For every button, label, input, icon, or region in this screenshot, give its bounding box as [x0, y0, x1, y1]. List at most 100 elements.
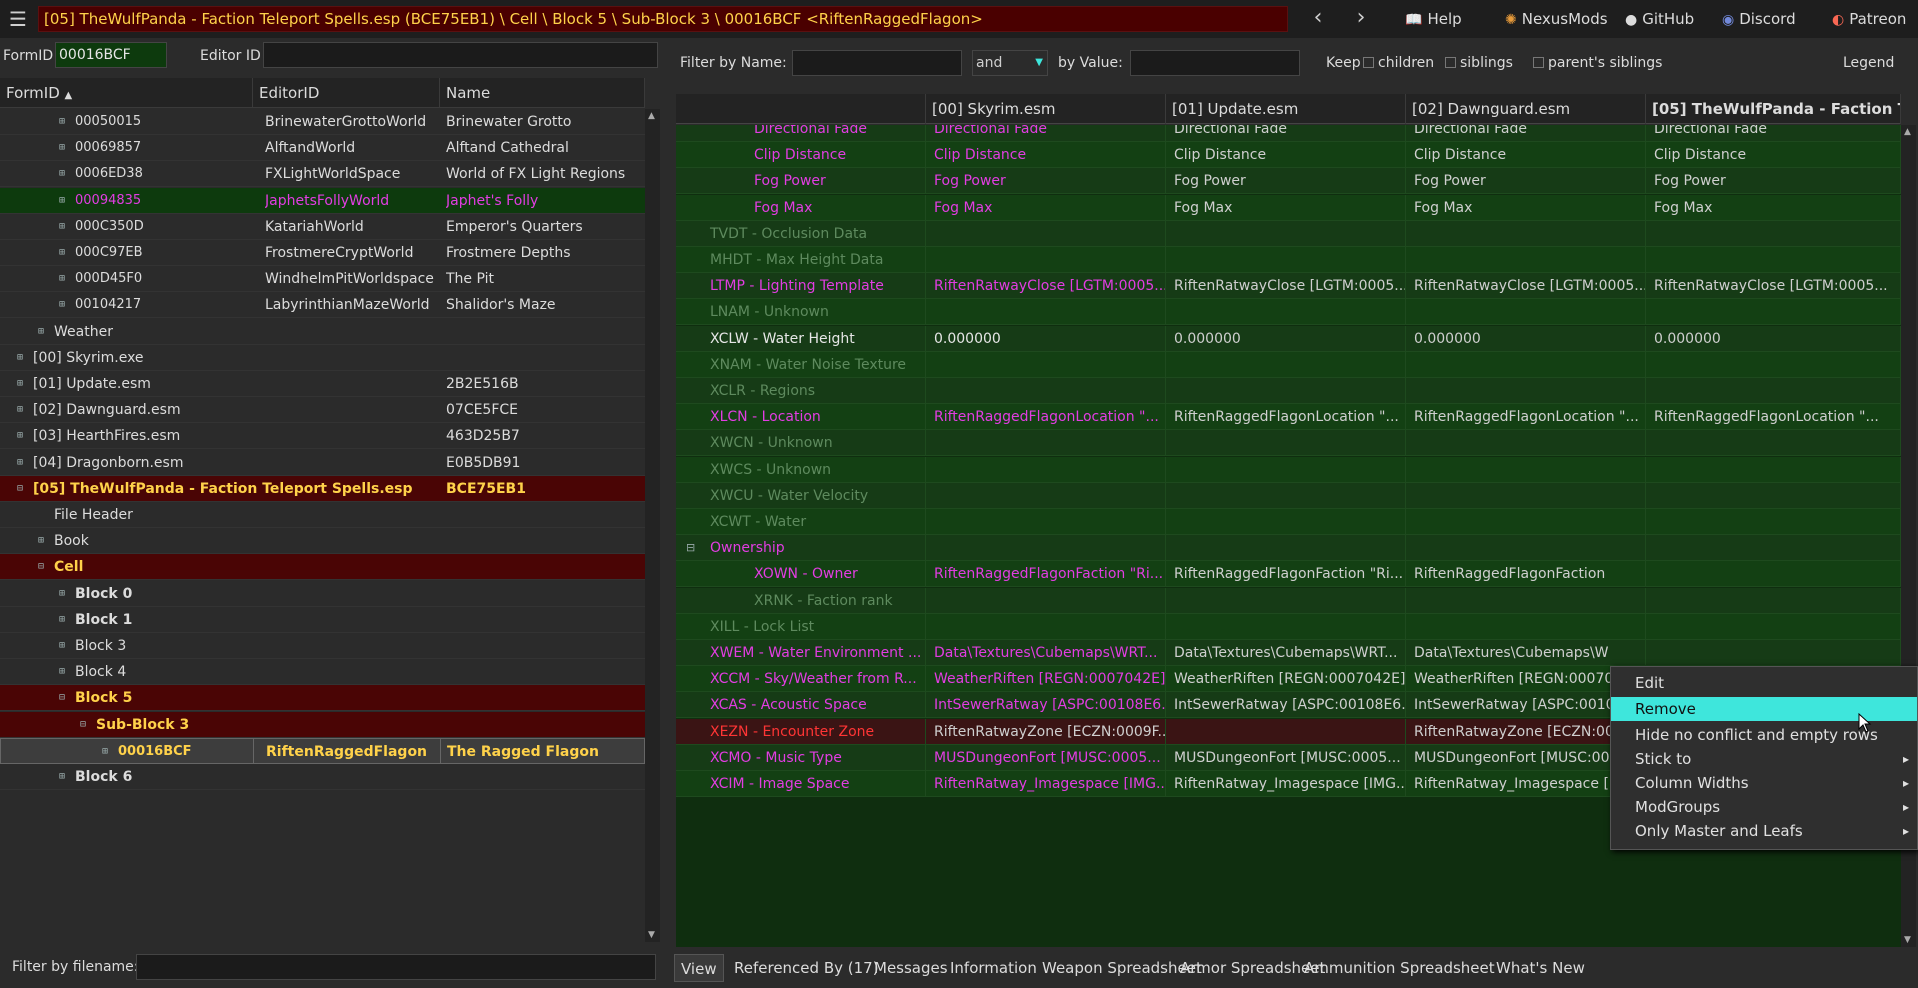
discord-link[interactable]: ◉ Discord — [1722, 6, 1796, 32]
grid-col-label[interactable] — [676, 94, 926, 124]
tree-row[interactable]: ⊞ Block 3 — [0, 633, 645, 659]
tree-row[interactable]: ⊟ Cell — [0, 554, 645, 581]
tree-row[interactable]: ⊟ Sub-Block 3 — [0, 711, 645, 738]
tree-row[interactable]: ⊞ [01] Update.esm 2B2E516B — [0, 371, 645, 397]
keep-siblings-checkbox[interactable]: siblings — [1445, 49, 1513, 77]
keep-children-checkbox[interactable]: children — [1363, 49, 1434, 77]
collapse-icon[interactable]: ⊟ — [78, 719, 88, 730]
collapse-icon[interactable]: ⊟ — [36, 562, 46, 572]
menu-item-only-master-and-leafs[interactable]: Only Master and Leafs ▸ — [1611, 819, 1917, 843]
grid-value[interactable]: Directional Fade — [1406, 125, 1646, 142]
grid-value[interactable]: Directional Fade — [1166, 125, 1406, 142]
grid-value[interactable] — [1406, 299, 1646, 326]
grid-row[interactable]: LNAM - Unknown — [676, 299, 1901, 326]
grid-value[interactable] — [1166, 718, 1406, 745]
grid-value[interactable] — [1646, 299, 1901, 326]
grid-value[interactable]: MUSDungeonFort [MUSC:0005... — [926, 744, 1166, 771]
expand-icon[interactable]: ⊞ — [57, 772, 67, 782]
tree-row[interactable]: ⊞ [02] Dawnguard.esm 07CE5FCE — [0, 397, 645, 424]
grid-value[interactable]: Data\Textures\Cubemaps\WRT... — [1166, 640, 1406, 666]
expand-icon[interactable]: ⊞ — [57, 195, 67, 206]
expand-icon[interactable]: ⊞ — [57, 143, 67, 153]
grid-row[interactable]: XWCU - Water Velocity — [676, 482, 1901, 509]
grid-row[interactable]: XWCN - Unknown — [676, 430, 1901, 457]
expand-icon[interactable]: ⊞ — [57, 614, 67, 625]
patreon-link[interactable]: ◐ Patreon — [1832, 6, 1906, 32]
grid-value[interactable]: Fog Power — [1646, 168, 1901, 195]
expand-icon[interactable]: ⊞ — [57, 221, 67, 232]
expand-icon[interactable]: ⊞ — [57, 248, 67, 258]
scroll-down-icon[interactable]: ▼ — [1904, 935, 1911, 945]
grid-value[interactable] — [926, 299, 1166, 326]
back-arrow-icon[interactable]: ‹ — [1304, 6, 1332, 32]
scroll-down-icon[interactable]: ▼ — [648, 930, 655, 940]
by-value-input[interactable] — [1130, 50, 1300, 76]
grid-col-skyrim[interactable]: [00] Skyrim.esm — [926, 94, 1166, 124]
tree-row[interactable]: ⊞ 0006ED38 FXLightWorldSpace World of FX Li… — [0, 161, 645, 188]
grid-row[interactable]: Fog Max Fog Max Fog Max Fog Max Fog Max — [676, 194, 1901, 221]
collapse-icon[interactable]: ⊟ — [57, 693, 67, 703]
legend-button[interactable]: Legend — [1843, 49, 1894, 77]
grid-value[interactable] — [926, 587, 1166, 614]
tree-row[interactable]: ⊞ 000D45F0 WindhelmPitWorldspace The Pit — [0, 266, 645, 293]
collapse-icon[interactable]: ⊟ — [15, 483, 25, 494]
grid-col-wulfpanda[interactable]: [05] TheWulfPanda - Faction T... — [1646, 94, 1901, 124]
grid-value[interactable] — [1406, 430, 1646, 457]
grid-value[interactable] — [1646, 247, 1901, 273]
grid-value[interactable] — [1406, 509, 1646, 535]
grid-value[interactable]: IntSewerRatway [ASPC:00108E6... — [1166, 692, 1406, 719]
grid-value[interactable]: Fog Power — [1166, 168, 1406, 195]
grid-value[interactable]: Data\Textures\Cubemaps\WRT... — [926, 640, 1166, 666]
grid-row[interactable]: XILL - Lock List — [676, 613, 1901, 640]
grid-value[interactable]: RiftenRatway_Imagespace [IMG... — [926, 771, 1166, 797]
expand-icon[interactable]: ⊞ — [57, 117, 67, 127]
grid-value[interactable]: Fog Max — [1646, 194, 1901, 221]
editorid-input[interactable] — [263, 42, 658, 68]
tree-row[interactable]: ⊞ Block 6 — [0, 764, 645, 790]
tree-row[interactable]: ⊞ Block 4 — [0, 659, 645, 686]
grid-value[interactable]: Fog Max — [1166, 194, 1406, 221]
scroll-up-icon[interactable]: ▲ — [648, 111, 655, 121]
grid-value[interactable] — [926, 456, 1166, 483]
grid-value[interactable] — [1166, 299, 1406, 326]
expand-icon[interactable]: ⊞ — [100, 746, 110, 757]
grid-value[interactable] — [1406, 378, 1646, 404]
grid-value[interactable] — [1646, 482, 1901, 509]
grid-value[interactable]: RiftenRaggedFlagonLocation "... — [1646, 404, 1901, 431]
grid-value[interactable]: Directional Fade — [1646, 125, 1901, 142]
grid-value[interactable] — [1166, 220, 1406, 247]
tree-row[interactable]: ⊞ [00] Skyrim.exe — [0, 345, 645, 371]
expand-icon[interactable]: ⊞ — [57, 667, 67, 677]
nexusmods-link[interactable]: ✺ NexusMods — [1505, 6, 1608, 32]
grid-value[interactable] — [926, 430, 1166, 457]
grid-value[interactable] — [926, 482, 1166, 509]
grid-value[interactable] — [926, 378, 1166, 404]
grid-value[interactable] — [926, 351, 1166, 378]
grid-value[interactable] — [1406, 220, 1646, 247]
grid-value[interactable] — [1406, 587, 1646, 614]
grid-value[interactable]: 0.000000 — [1406, 325, 1646, 352]
grid-value[interactable]: RiftenRaggedFlagonLocation "... — [1166, 404, 1406, 431]
grid-value[interactable]: Clip Distance — [1166, 142, 1406, 169]
tree-row[interactable]: ⊞ 00050015 BrinewaterGrottoWorld Brinewater… — [0, 109, 645, 135]
formid-input[interactable]: 00016BCF — [55, 42, 167, 68]
expand-icon[interactable]: ⊞ — [15, 352, 25, 363]
grid-row[interactable]: XCLW - Water Height 0.000000 0.000000 0.000… — [676, 325, 1901, 352]
grid-value[interactable]: MUSDungeonFort [MUSC:0005... — [1166, 744, 1406, 771]
grid-value[interactable] — [1166, 482, 1406, 509]
grid-value[interactable] — [1406, 351, 1646, 378]
grid-value[interactable] — [926, 509, 1166, 535]
col-formid[interactable]: FormID ▲ — [0, 78, 253, 108]
filter-name-input[interactable] — [792, 50, 962, 76]
grid-value[interactable]: 0.000000 — [1646, 325, 1901, 352]
grid-row[interactable]: XOWN - Owner RiftenRaggedFlagonFaction "R… — [676, 561, 1901, 588]
and-select[interactable]: and ▼ — [972, 50, 1048, 76]
tree-row[interactable]: ⊞ 00104217 LabyrinthianMazeWorld Shalidor's… — [0, 292, 645, 319]
tree-scrollbar[interactable]: ▲ ▼ — [645, 109, 660, 942]
grid-value[interactable] — [1646, 378, 1901, 404]
grid-value[interactable] — [1406, 482, 1646, 509]
tab-information[interactable]: Information — [944, 954, 1043, 982]
menu-item-modgroups[interactable]: ModGroups ▸ — [1611, 795, 1917, 819]
help-link[interactable]: 📖 Help — [1405, 6, 1462, 32]
tree-row[interactable]: ⊞ Weather — [0, 319, 645, 345]
